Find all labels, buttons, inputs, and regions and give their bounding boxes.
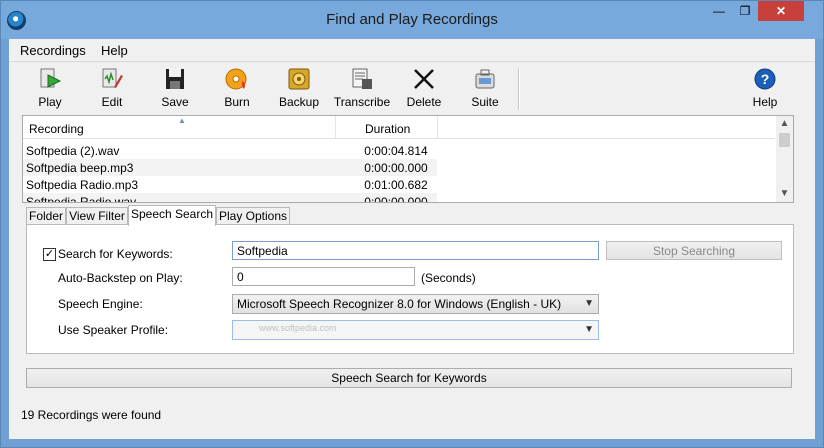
save-button[interactable]: Save	[146, 65, 204, 113]
app-window: Find and Play Recordings — ❐ ✕ Recording…	[0, 0, 824, 448]
suite-icon	[475, 69, 495, 89]
svg-text:?: ?	[761, 71, 770, 87]
recording-name: Softpedia (2).wav	[26, 144, 120, 158]
menu-bar: Recordings Help	[9, 39, 815, 62]
column-divider	[437, 116, 438, 138]
delete-label: Delete	[406, 95, 442, 109]
delete-button[interactable]: Delete	[395, 65, 453, 113]
status-text: 19 Recordings were found	[21, 408, 162, 422]
speech-engine-select[interactable]: Microsoft Speech Recognizer 8.0 for Wind…	[232, 294, 599, 314]
burn-button[interactable]: Burn	[208, 65, 266, 113]
delete-icon	[414, 69, 434, 89]
search-keywords-checkbox[interactable]: ✓	[43, 248, 56, 261]
table-row[interactable]: Softpedia Radio.mp3 0:01:00.682	[23, 176, 437, 193]
help-icon: ?	[754, 68, 776, 90]
stop-searching-button[interactable]: Stop Searching	[606, 241, 782, 260]
backstep-input[interactable]: 0	[232, 267, 415, 286]
title-bar[interactable]: Find and Play Recordings — ❐ ✕	[1, 1, 823, 39]
table-row[interactable]: Softpedia beep.mp3 0:00:00.000	[23, 159, 437, 176]
burn-label: Burn	[224, 95, 250, 109]
recording-duration: 0:00:04.814	[364, 144, 428, 158]
menu-help[interactable]: Help	[101, 43, 128, 58]
recording-column-header[interactable]: Recording	[29, 122, 84, 136]
recording-duration: 0:00:00.000	[364, 195, 428, 203]
speech-engine-label: Speech Engine:	[58, 297, 143, 311]
close-button[interactable]: ✕	[758, 1, 804, 21]
play-label: Play	[38, 95, 62, 109]
minimize-button[interactable]: —	[706, 1, 732, 21]
speech-search-panel: ✓ Search for Keywords: Softpedia Stop Se…	[26, 224, 794, 354]
tab-folder[interactable]: Folder	[26, 207, 66, 225]
recording-duration: 0:01:00.682	[364, 178, 428, 192]
edit-button[interactable]: Edit	[83, 65, 141, 113]
backup-icon	[288, 68, 310, 90]
suite-label: Suite	[471, 95, 499, 109]
transcribe-icon	[352, 68, 372, 89]
save-label: Save	[161, 95, 189, 109]
backstep-label: Auto-Backstep on Play:	[58, 271, 183, 285]
tab-speech-search[interactable]: Speech Search	[128, 205, 216, 226]
menu-recordings[interactable]: Recordings	[20, 43, 86, 58]
column-divider	[335, 116, 336, 138]
scroll-thumb[interactable]	[779, 133, 790, 147]
help-label: Help	[752, 95, 778, 109]
transcribe-label: Transcribe	[333, 95, 391, 109]
toolbar: Play Edit Save Burn Backup Transcribe De…	[9, 62, 815, 114]
edit-icon	[102, 68, 123, 88]
recording-name: Softpedia Radio.mp3	[26, 178, 139, 192]
backup-label: Backup	[278, 95, 320, 109]
search-keywords-input[interactable]: Softpedia	[232, 241, 599, 260]
suite-button[interactable]: Suite	[456, 65, 514, 113]
recording-name: Softpedia Radio.wav	[26, 195, 137, 203]
recordings-list[interactable]: Recording ▲ Duration Softpedia (2).wav 0…	[22, 115, 794, 203]
duration-column-header[interactable]: Duration	[365, 122, 410, 136]
toolbar-separator	[518, 68, 520, 110]
sort-ascending-icon: ▲	[178, 116, 186, 125]
edit-label: Edit	[101, 95, 123, 109]
play-button[interactable]: Play	[21, 65, 79, 113]
list-header: Recording ▲ Duration	[23, 116, 775, 139]
chevron-down-icon: ▼	[584, 298, 594, 309]
window-title: Find and Play Recordings	[326, 11, 498, 28]
scroll-up-icon[interactable]: ▲	[776, 116, 793, 132]
search-keywords-label: Search for Keywords:	[58, 247, 173, 261]
speaker-profile-label: Use Speaker Profile:	[58, 323, 169, 337]
table-row[interactable]: Softpedia (2).wav 0:00:04.814	[23, 142, 437, 159]
maximize-button[interactable]: ❐	[732, 1, 758, 21]
chevron-down-icon: ▼	[584, 324, 594, 335]
recording-duration: 0:00:00.000	[364, 161, 428, 175]
table-row[interactable]: Softpedia Radio.wav 0:00:00.000	[23, 193, 437, 203]
help-button[interactable]: ? Help	[736, 65, 794, 113]
recording-name: Softpedia beep.mp3	[26, 161, 134, 175]
backstep-unit-label: (Seconds)	[421, 271, 476, 285]
speech-engine-value: Microsoft Speech Recognizer 8.0 for Wind…	[237, 297, 562, 311]
backup-button[interactable]: Backup	[270, 65, 328, 113]
list-scrollbar[interactable]: ▲ ▼	[776, 116, 793, 202]
burn-icon	[225, 68, 247, 90]
speech-search-keywords-button[interactable]: Speech Search for Keywords	[26, 368, 792, 388]
watermark: www.softpedia.com	[259, 323, 337, 333]
tab-play-options[interactable]: Play Options	[216, 207, 290, 225]
scroll-down-icon[interactable]: ▼	[776, 186, 793, 202]
client-area: Recordings Help Play Edit Save Burn Back…	[9, 39, 815, 439]
transcribe-button[interactable]: Transcribe	[333, 65, 391, 113]
tab-view-filter[interactable]: View Filter	[66, 207, 128, 225]
save-icon	[166, 69, 184, 89]
play-icon	[40, 68, 62, 88]
